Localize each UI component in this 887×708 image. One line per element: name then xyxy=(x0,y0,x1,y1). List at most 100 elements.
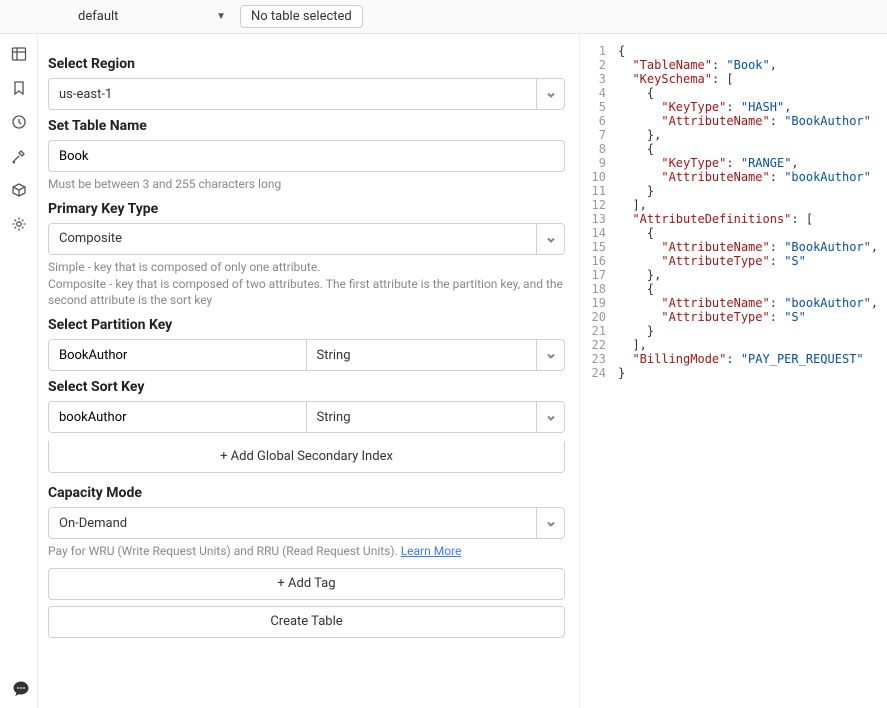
partition-key-label: Select Partition Key xyxy=(48,317,565,333)
learn-more-link[interactable]: Learn More xyxy=(401,544,462,558)
add-gsi-label: + Add Global Secondary Index xyxy=(220,449,393,464)
code-line: 5 "KeyType": "HASH", xyxy=(580,100,887,114)
code-line: 14 { xyxy=(580,226,887,240)
code-line: 6 "AttributeName": "BookAuthor" xyxy=(580,114,887,128)
sort-key-label: Select Sort Key xyxy=(48,379,565,395)
database-selector-value: default xyxy=(78,9,118,24)
code-line: 12 ], xyxy=(580,198,887,212)
code-line: 3 "KeySchema": [ xyxy=(580,72,887,86)
line-number: 8 xyxy=(580,142,618,156)
sidebar xyxy=(0,34,38,708)
line-number: 7 xyxy=(580,128,618,142)
line-number: 4 xyxy=(580,86,618,100)
line-number: 18 xyxy=(580,282,618,296)
capacity-mode-hint-text: Pay for WRU (Write Request Units) and RR… xyxy=(48,544,401,558)
code-line: 23 "BillingMode": "PAY_PER_REQUEST" xyxy=(580,352,887,366)
code-line: 24} xyxy=(580,366,887,380)
primary-key-type-select[interactable]: Composite xyxy=(48,223,565,255)
code-line: 18 { xyxy=(580,282,887,296)
code-line: 16 "AttributeType": "S" xyxy=(580,254,887,268)
create-table-button[interactable]: Create Table xyxy=(48,606,565,638)
line-number: 12 xyxy=(580,198,618,212)
line-number: 9 xyxy=(580,156,618,170)
line-number: 16 xyxy=(580,254,618,268)
code-line: 2 "TableName": "Book", xyxy=(580,58,887,72)
gear-icon[interactable] xyxy=(11,216,27,232)
line-number: 5 xyxy=(580,100,618,114)
code-line: 9 "KeyType": "RANGE", xyxy=(580,156,887,170)
sort-key-type-value: String xyxy=(317,410,351,425)
code-line: 19 "AttributeName": "bookAuthor", xyxy=(580,296,887,310)
line-number: 22 xyxy=(580,338,618,352)
table-icon[interactable] xyxy=(11,46,27,62)
line-number: 3 xyxy=(580,72,618,86)
code-line: 22 ], xyxy=(580,338,887,352)
line-number: 23 xyxy=(580,352,618,366)
line-number: 21 xyxy=(580,324,618,338)
capacity-mode-label: Capacity Mode xyxy=(48,485,565,501)
region-label: Select Region xyxy=(48,56,565,72)
code-line: 13 "AttributeDefinitions": [ xyxy=(580,212,887,226)
partition-key-name-input[interactable] xyxy=(59,348,296,363)
region-select[interactable]: us-east-1 xyxy=(48,78,565,110)
partition-key-type-select[interactable]: String xyxy=(307,339,566,371)
package-icon[interactable] xyxy=(11,182,27,198)
line-number: 2 xyxy=(580,58,618,72)
line-number: 20 xyxy=(580,310,618,324)
code-line: 10 "AttributeName": "bookAuthor" xyxy=(580,170,887,184)
line-number: 1 xyxy=(580,44,618,58)
code-line: 21 } xyxy=(580,324,887,338)
partition-key-type-value: String xyxy=(317,348,351,363)
code-line: 17 }, xyxy=(580,268,887,282)
code-editor[interactable]: 1{2 "TableName": "Book",3 "KeySchema": [… xyxy=(580,34,887,708)
primary-key-type-label: Primary Key Type xyxy=(48,201,565,217)
form-panel: Select Region us-east-1 Set Table Name M… xyxy=(38,34,580,708)
chevron-down-icon[interactable] xyxy=(536,224,564,254)
add-tag-button[interactable]: + Add Tag xyxy=(48,568,565,600)
line-number: 14 xyxy=(580,226,618,240)
capacity-mode-hint: Pay for WRU (Write Request Units) and RR… xyxy=(48,543,565,560)
bookmark-icon[interactable] xyxy=(11,80,27,96)
primary-key-type-value: Composite xyxy=(59,231,122,246)
code-line: 7 }, xyxy=(580,128,887,142)
topbar: default ▼ No table selected xyxy=(0,0,887,34)
create-table-label: Create Table xyxy=(270,614,342,629)
line-number: 17 xyxy=(580,268,618,282)
feedback-icon[interactable] xyxy=(12,680,30,698)
chevron-down-icon[interactable] xyxy=(536,508,564,538)
sort-key-name-wrap xyxy=(48,401,307,433)
line-number: 6 xyxy=(580,114,618,128)
code-line: 1{ xyxy=(580,44,887,58)
tools-icon[interactable] xyxy=(11,148,27,164)
caret-down-icon: ▼ xyxy=(216,11,226,22)
table-name-input[interactable] xyxy=(59,149,554,164)
line-number: 19 xyxy=(580,296,618,310)
sort-key-name-input[interactable] xyxy=(59,410,296,425)
database-selector[interactable]: default ▼ xyxy=(72,5,232,29)
capacity-mode-value: On-Demand xyxy=(59,516,127,531)
chevron-down-icon[interactable] xyxy=(536,402,564,432)
sort-key-type-select[interactable]: String xyxy=(307,401,566,433)
code-line: 15 "AttributeName": "BookAuthor", xyxy=(580,240,887,254)
region-value: us-east-1 xyxy=(59,87,112,102)
code-line: 8 { xyxy=(580,142,887,156)
table-name-label: Set Table Name xyxy=(48,118,565,134)
table-status-badge: No table selected xyxy=(240,5,363,28)
code-line: 11 } xyxy=(580,184,887,198)
chevron-down-icon[interactable] xyxy=(536,340,564,370)
line-number: 15 xyxy=(580,240,618,254)
table-name-input-wrap xyxy=(48,140,565,172)
line-number: 13 xyxy=(580,212,618,226)
line-number: 10 xyxy=(580,170,618,184)
add-gsi-button[interactable]: + Add Global Secondary Index xyxy=(48,441,565,473)
chevron-down-icon[interactable] xyxy=(536,79,564,109)
code-line: 20 "AttributeType": "S" xyxy=(580,310,887,324)
line-number: 11 xyxy=(580,184,618,198)
table-name-hint: Must be between 3 and 255 characters lon… xyxy=(48,176,565,193)
history-icon[interactable] xyxy=(11,114,27,130)
capacity-mode-select[interactable]: On-Demand xyxy=(48,507,565,539)
code-line: 4 { xyxy=(580,86,887,100)
partition-key-name-wrap xyxy=(48,339,307,371)
primary-key-type-hint: Simple - key that is composed of only on… xyxy=(48,259,565,309)
add-tag-label: + Add Tag xyxy=(277,576,335,591)
